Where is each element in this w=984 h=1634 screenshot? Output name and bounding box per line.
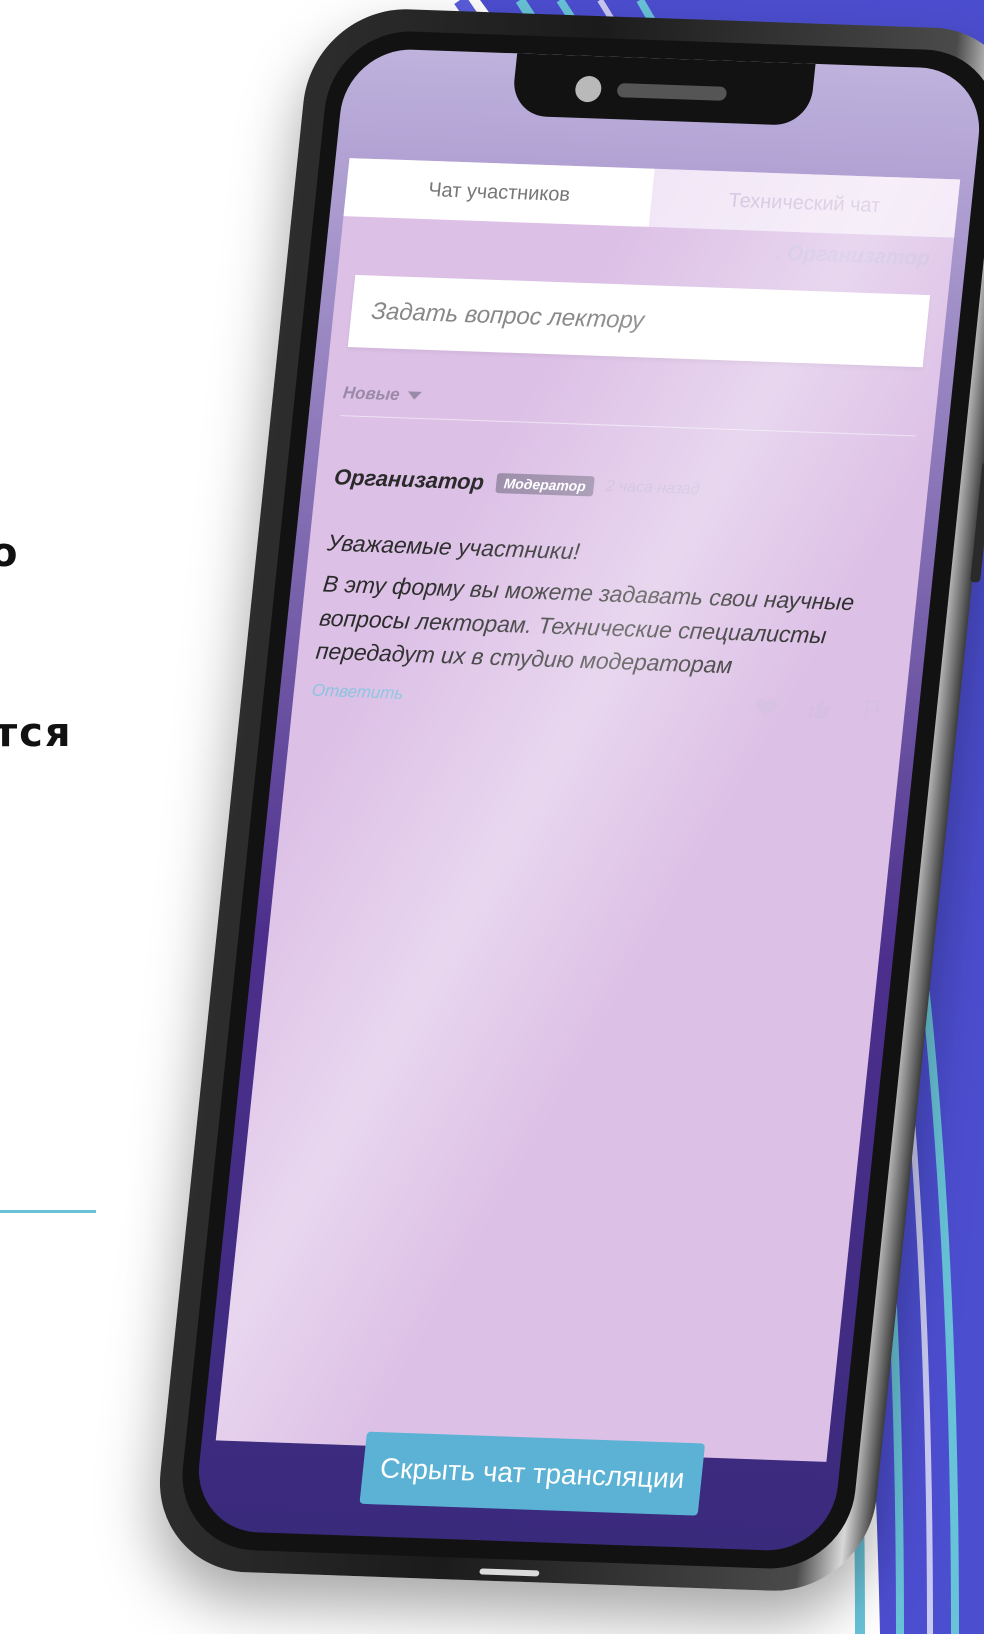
chat-panel: Чат участников Технический чат . Организ… [215,158,961,1462]
thumbs-up-icon[interactable] [806,695,835,722]
message-header: Организатор Модератор 2 часа назад [333,464,911,510]
sort-label: Новые [342,383,401,405]
question-input[interactable]: Задать вопрос лектору [347,274,931,368]
reaction-buttons [752,694,888,725]
heart-icon[interactable] [752,694,781,721]
chevron-down-icon [407,391,422,400]
phone-notch [510,53,816,126]
hide-chat-button[interactable]: Скрыть чат трансляции [359,1431,706,1516]
flag-icon[interactable] [860,697,889,724]
message-body: Уважаемые участники! В эту форму вы може… [314,526,904,688]
tab-technical-chat[interactable]: Технический чат [648,168,961,238]
speaker-grille [616,83,728,101]
sort-dropdown[interactable]: Новые [340,383,919,437]
reply-link[interactable]: Ответить [311,681,404,704]
chat-message: Организатор Модератор 2 часа назад Уважа… [311,464,911,724]
tab-participants-chat[interactable]: Чат участников [343,158,655,227]
message-time: 2 часа назад [604,477,701,499]
message-text: В эту форму вы можете задавать свои науч… [314,570,856,679]
phone-mockup: Чат участников Технический чат . Организ… [0,0,984,1634]
role-badge: Модератор [494,472,595,497]
message-author: Организатор [332,464,486,495]
camera-icon [574,75,603,103]
